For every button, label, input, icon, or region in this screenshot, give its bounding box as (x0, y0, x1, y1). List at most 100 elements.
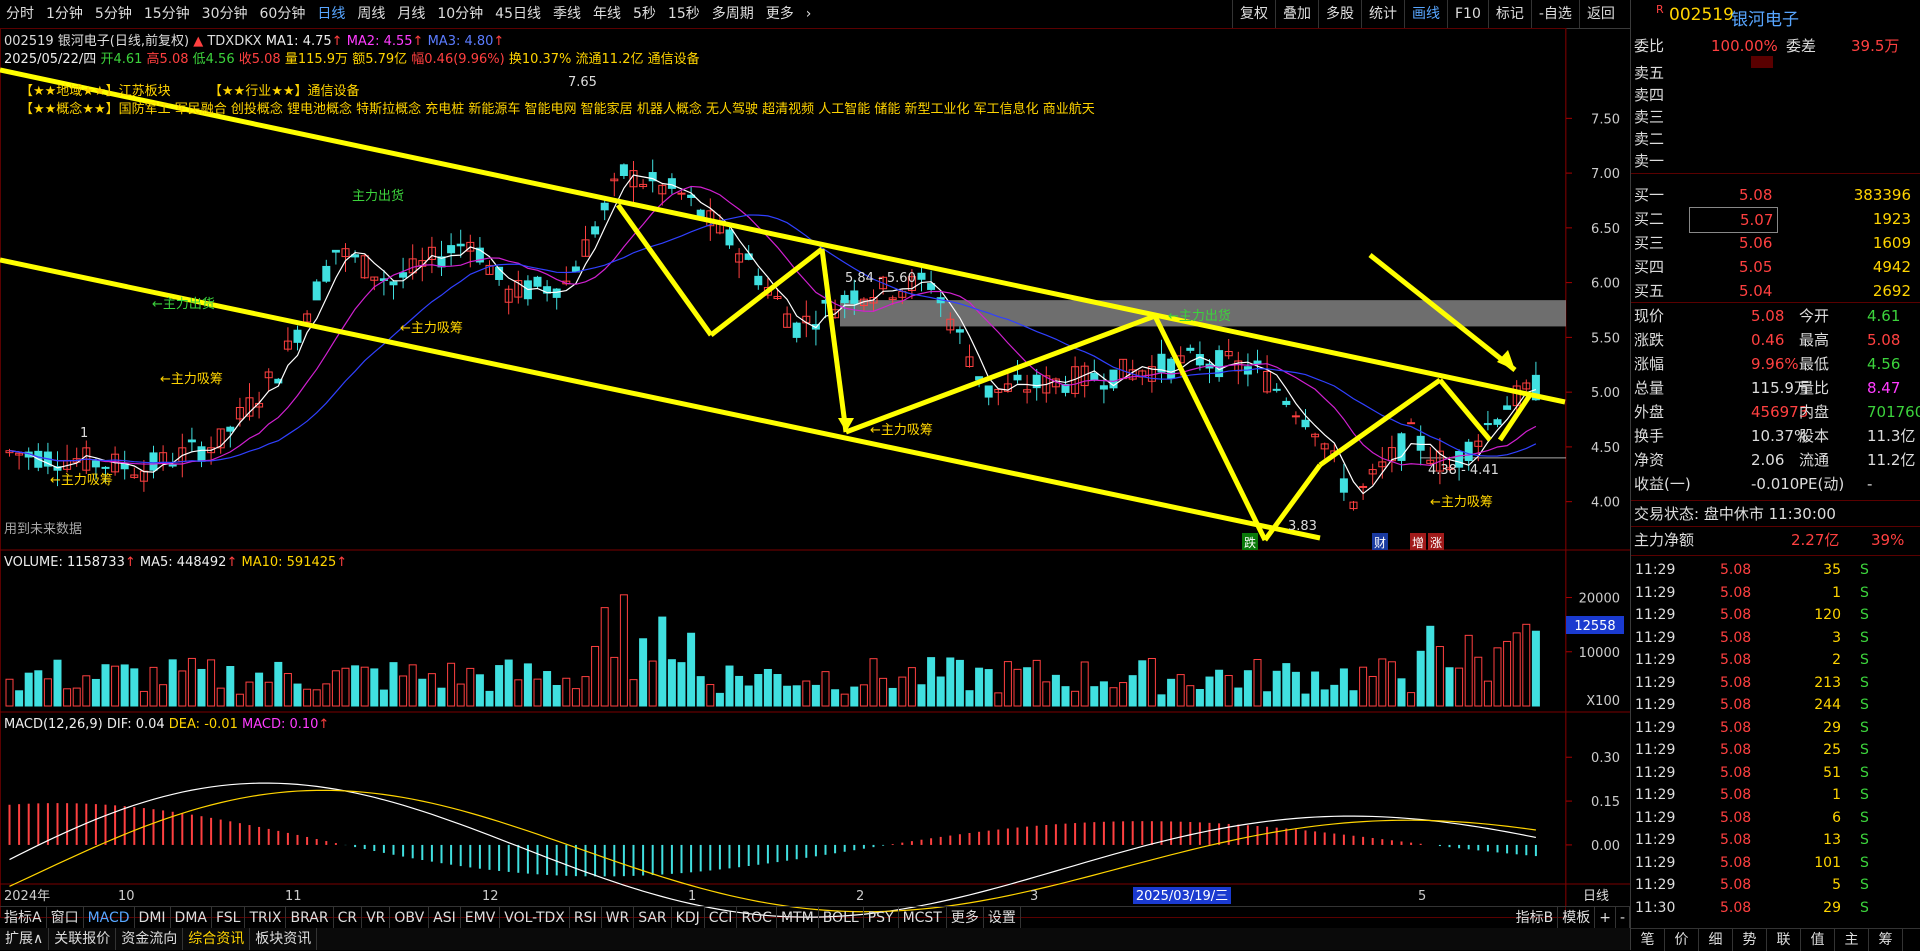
buy-row[interactable]: 买三 5.06 1609 (1631, 231, 1920, 255)
net-row[interactable]: 主力净额 2.27亿 39% (1631, 528, 1920, 552)
tool-4[interactable]: 画线 (1404, 0, 1447, 28)
indicator-tab-15[interactable]: WR (602, 907, 635, 929)
indicator-tab-5[interactable]: FSL (212, 907, 246, 929)
indicator-right-tab-3[interactable]: - (1616, 907, 1630, 929)
period-5[interactable]: 60分钟 (254, 0, 312, 28)
indicator-tab-2[interactable]: MACD (84, 907, 135, 929)
panel-tab-7[interactable]: 筹 (1869, 929, 1903, 951)
period-3[interactable]: 15分钟 (138, 0, 196, 28)
volume-bar (1051, 674, 1060, 707)
panel-tab-5[interactable]: 值 (1801, 929, 1835, 951)
indicator-tab-13[interactable]: VOL-TDX (500, 907, 570, 929)
volume-bar (888, 687, 897, 707)
period-11[interactable]: 季线 (547, 0, 587, 28)
indicator-tab-14[interactable]: RSI (570, 907, 602, 929)
indicator-tab-20[interactable]: MTM (777, 907, 819, 929)
stat-row: 总量 115.9万 量比 8.47 (1631, 376, 1920, 400)
tick-volume: 213 (1814, 674, 1841, 691)
indicator-tab-12[interactable]: EMV (461, 907, 501, 929)
indicator-right-tab-0[interactable]: 指标B (1512, 907, 1559, 929)
tool-3[interactable]: 统计 (1361, 0, 1404, 28)
indicator-tab-4[interactable]: DMA (171, 907, 212, 929)
macd-dea: DEA: -0.01 (168, 717, 238, 732)
volume-bar (447, 662, 456, 707)
tool-0[interactable]: 复权 (1232, 0, 1275, 28)
indicator-tab-21[interactable]: BOLL (819, 907, 864, 929)
period-7[interactable]: 周线 (351, 0, 391, 28)
candle-body (677, 192, 686, 195)
volume-bar (552, 684, 561, 707)
wave-line-1 (615, 203, 714, 337)
indicator-tab-6[interactable]: TRIX (245, 907, 287, 929)
indicator-tab-25[interactable]: 设置 (984, 907, 1021, 929)
panel-tab-3[interactable]: 势 (1733, 929, 1767, 951)
period-16[interactable]: 更多 (760, 0, 800, 28)
volume-bar (1359, 666, 1368, 707)
tick-price: 5.08 (1720, 607, 1752, 623)
indicator-tab-7[interactable]: BRAR (286, 907, 334, 929)
period-13[interactable]: 5秒 (627, 0, 662, 28)
panel-tabs: 笔价细势联值主筹 (1631, 928, 1920, 951)
indicator-tab-3[interactable]: DMI (135, 907, 171, 929)
buy-row[interactable]: 买二 5.07 1923 (1631, 207, 1920, 233)
period-12[interactable]: 年线 (587, 0, 627, 28)
period-9[interactable]: 10分钟 (431, 0, 489, 28)
tool-2[interactable]: 多股 (1318, 0, 1361, 28)
rise-badge: 涨 (1430, 535, 1442, 550)
period-0[interactable]: 分时 (0, 0, 40, 28)
tool-5[interactable]: F10 (1447, 0, 1488, 28)
indicator-tab-9[interactable]: VR (362, 907, 391, 929)
indicator-tab-18[interactable]: CCI (705, 907, 738, 929)
stat-row: 收益(一) -0.010 PE(动) - (1631, 472, 1920, 496)
panel-tab-1[interactable]: 价 (1665, 929, 1699, 951)
indicator-right-tab-1[interactable]: 模板 (1558, 907, 1596, 929)
candle-body (1416, 435, 1425, 451)
indicator-tab-17[interactable]: KDJ (672, 907, 705, 929)
indicator-tab-16[interactable]: SAR (634, 907, 672, 929)
indicator-right-tab-2[interactable]: + (1595, 907, 1616, 929)
indicator-tab-8[interactable]: CR (334, 907, 363, 929)
volume-bar (1090, 686, 1099, 707)
candle-body (101, 466, 110, 469)
panel-tab-4[interactable]: 联 (1767, 929, 1801, 951)
tool-8[interactable]: 返回 (1578, 0, 1622, 28)
period-15[interactable]: 多周期 (706, 0, 760, 28)
indicator-tab-23[interactable]: MCST (899, 907, 947, 929)
indicator-tab-19[interactable]: ROC (737, 907, 777, 929)
tool-6[interactable]: 标记 (1487, 0, 1531, 28)
panel-tab-6[interactable]: 主 (1835, 929, 1869, 951)
panel-tab-0[interactable]: 笔 (1631, 929, 1665, 951)
tool-7[interactable]: -自选 (1530, 0, 1579, 28)
buy-row[interactable]: 买五 5.04 2692 (1631, 279, 1920, 303)
info-tab-0[interactable]: 扩展∧ (0, 928, 50, 950)
info-tab-1[interactable]: 关联报价 (49, 928, 117, 950)
period-8[interactable]: 月线 (391, 0, 431, 28)
period-1[interactable]: 1分钟 (40, 0, 89, 28)
period-2[interactable]: 5分钟 (89, 0, 138, 28)
sell-label: 卖二 (1634, 130, 1665, 148)
volume-bar (1042, 681, 1051, 707)
info-tab-4[interactable]: 板块资讯 (250, 928, 318, 950)
tool-1[interactable]: 叠加 (1275, 0, 1318, 28)
indicator-tab-0[interactable]: 指标A (0, 907, 47, 929)
buy-row[interactable]: 买四 5.05 4942 (1631, 255, 1920, 279)
info-tab-3[interactable]: 综合资讯 (183, 928, 251, 950)
panel-tab-2[interactable]: 细 (1699, 929, 1733, 951)
volume-bar (639, 638, 648, 707)
quote-panel: R 002519 银河电子 委比 100.00% 委差 39.5万 卖五 卖四 卖三 卖二 卖一 买一 5… (1630, 0, 1920, 951)
indicator-tab-22[interactable]: PSY (864, 907, 899, 929)
period-10[interactable]: 45日线 (489, 0, 547, 28)
indicator-tab-24[interactable]: 更多 (947, 907, 984, 929)
indicator-tab-11[interactable]: ASI (429, 907, 461, 929)
period-6[interactable]: 日线 (311, 0, 351, 28)
info-tab-2[interactable]: 资金流向 (116, 928, 184, 950)
more-arrow-icon[interactable]: › (800, 0, 818, 28)
kline-chart[interactable]: 7.50 7.00 6.50 6.00 5.50 5.00 4.50 4.00 ←主力出货 主力出… (0, 28, 1630, 918)
indicator-tab-10[interactable]: OBV (390, 907, 430, 929)
volume-bar (293, 683, 302, 707)
indicator-name[interactable]: TDXDKX (207, 34, 261, 49)
period-14[interactable]: 15秒 (662, 0, 706, 28)
period-4[interactable]: 30分钟 (196, 0, 254, 28)
buy-row[interactable]: 买一 5.08 383396 (1631, 183, 1920, 207)
indicator-tab-1[interactable]: 窗口 (47, 907, 84, 929)
